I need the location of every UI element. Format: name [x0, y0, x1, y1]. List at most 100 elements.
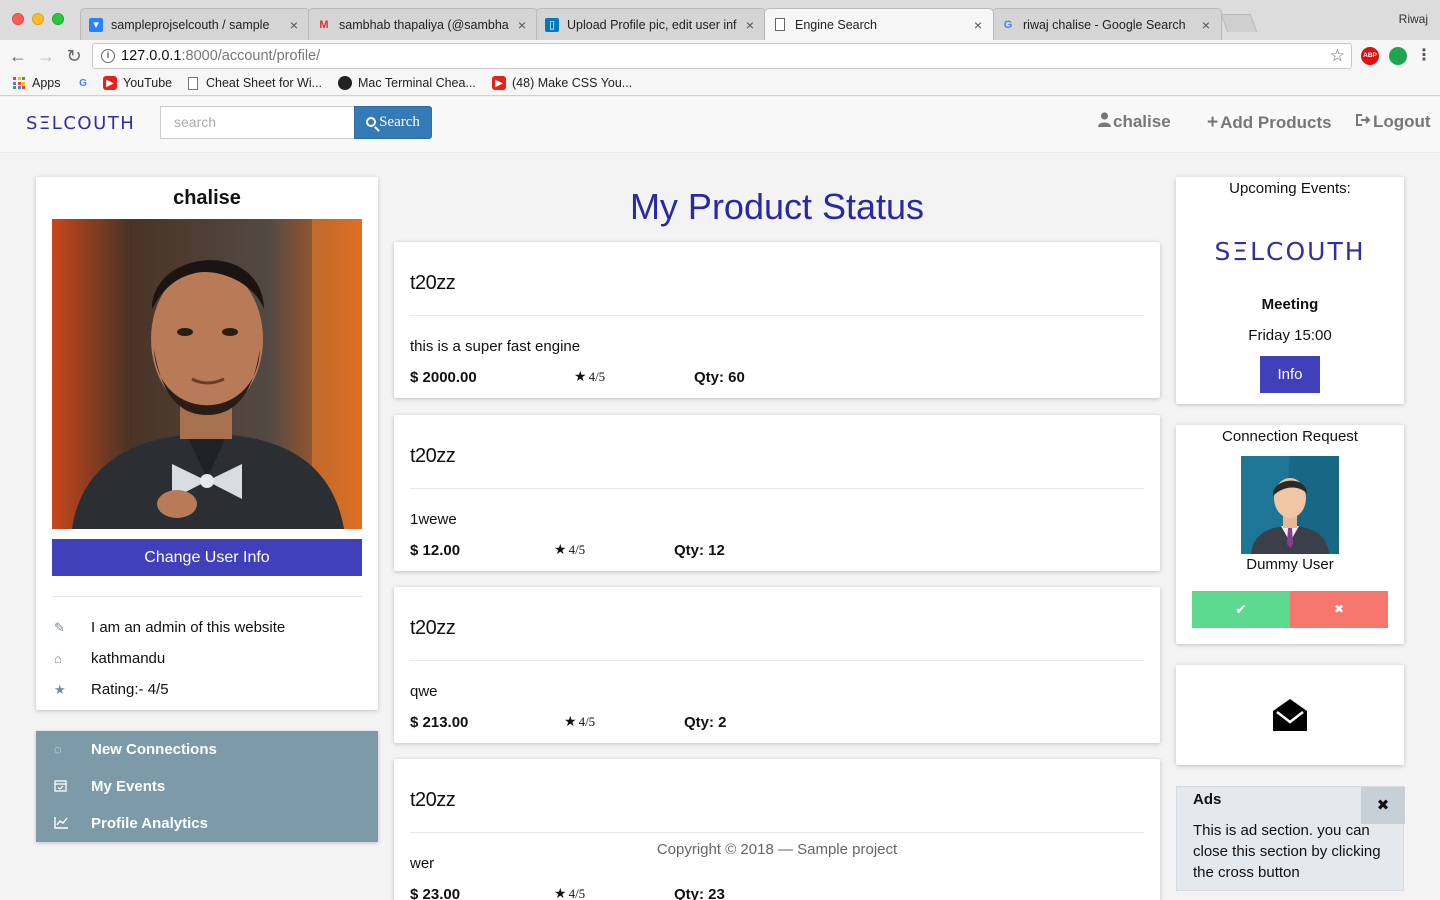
product-card[interactable]: t20zz wer $ 23.00 ★ 4/5 Qty: 23: [394, 759, 1160, 900]
connection-title: Connection Request: [1222, 428, 1358, 445]
ads-title: Ads: [1193, 791, 1222, 808]
side-menu-label: Profile Analytics: [91, 815, 208, 832]
bookmark-label: Mac Terminal Chea...: [358, 76, 476, 90]
events-title: Upcoming Events:: [1229, 180, 1351, 197]
ads-card: Ads ✖ This is ad section. you can close …: [1176, 786, 1405, 891]
nav-logout-link[interactable]: Logout: [1355, 112, 1431, 132]
new-tab-button[interactable]: [1220, 14, 1258, 32]
envelope-open-icon[interactable]: [1272, 697, 1308, 733]
bookmark-mac-terminal[interactable]: Mac Terminal Chea...: [338, 76, 476, 90]
github-icon: [338, 76, 352, 90]
product-rating: ★ 4/5: [554, 886, 585, 900]
product-name[interactable]: t20zz: [410, 445, 456, 468]
profile-bio-row: ✎ I am an admin of this website: [52, 619, 285, 636]
footer-copyright: Copyright © 2018 — Sample project: [656, 841, 898, 858]
close-tab-icon[interactable]: ×: [1199, 17, 1213, 33]
back-arrow-icon[interactable]: ←: [6, 44, 30, 68]
reload-icon[interactable]: ↻: [62, 44, 86, 68]
event-info-button[interactable]: Info: [1260, 356, 1320, 393]
product-card[interactable]: t20zz this is a super fast engine $ 2000…: [394, 242, 1160, 398]
product-card[interactable]: t20zz 1wewe $ 12.00 ★ 4/5 Qty: 12: [394, 415, 1160, 571]
messages-card[interactable]: [1176, 665, 1404, 765]
star-icon: ★: [554, 542, 567, 558]
product-rating: ★ 4/5: [554, 542, 585, 558]
event-logo: SΞLCOUTH: [1214, 237, 1366, 266]
side-menu: ◌ New Connections My Events Profile Anal…: [36, 731, 378, 842]
page-icon: [773, 18, 787, 32]
ads-text: This is ad section. you can close this s…: [1193, 822, 1381, 881]
pencil-icon: ✎: [54, 619, 65, 635]
profile-rating: Rating:- 4/5: [91, 681, 169, 698]
profile-photo: [52, 219, 362, 529]
bookmark-make-css[interactable]: ▶ (48) Make CSS You...: [492, 76, 632, 90]
side-menu-item-profile-analytics[interactable]: Profile Analytics: [52, 815, 208, 832]
maximize-window-button[interactable]: [52, 13, 64, 25]
bookmark-youtube[interactable]: ▶ YouTube: [103, 76, 172, 90]
side-menu-label: My Events: [91, 778, 166, 795]
extension-icon[interactable]: [1389, 47, 1407, 65]
apps-grid-icon: [12, 76, 26, 90]
refresh-icon: ◌: [54, 742, 62, 757]
reject-connection-button[interactable]: ✖: [1290, 591, 1388, 628]
side-menu-item-my-events[interactable]: My Events: [52, 778, 165, 795]
product-rating-value: 4/5: [568, 542, 586, 557]
nav-add-products-link[interactable]: + Add Products: [1207, 112, 1332, 134]
url-host: 127.0.0.1: [121, 48, 182, 64]
browser-menu-icon[interactable]: ⋮: [1416, 47, 1432, 65]
page-icon: [186, 76, 200, 90]
profile-card: chalise Change User Info ✎ I am an admin…: [36, 177, 378, 710]
event-time: Friday 15:00: [1248, 327, 1332, 344]
change-user-info-button[interactable]: Change User Info: [52, 539, 362, 576]
close-tab-icon[interactable]: ×: [971, 17, 985, 33]
product-description: 1wewe: [410, 511, 457, 528]
user-icon: [1098, 112, 1111, 132]
page-title: My Product Status: [629, 186, 925, 227]
product-rating: ★ 4/5: [574, 369, 605, 385]
nav-add-products-label: Add Products: [1220, 113, 1332, 132]
product-name[interactable]: t20zz: [410, 789, 456, 812]
address-bar[interactable]: i 127.0.0.1:8000/account/profile/ ☆: [92, 43, 1352, 69]
forward-arrow-icon[interactable]: →: [34, 44, 58, 68]
bookmark-google[interactable]: G: [76, 76, 96, 90]
tab-label: Engine Search: [795, 17, 878, 32]
browser-tab-active[interactable]: Engine Search ×: [764, 8, 994, 40]
browser-tab-strip: ▾ sampleprojselcouth / sample × M sambha…: [0, 0, 1440, 40]
close-window-button[interactable]: [12, 13, 24, 25]
avatar: [1241, 456, 1339, 554]
product-price: $ 2000.00: [410, 369, 477, 386]
upcoming-events-card: Upcoming Events: SΞLCOUTH Meeting Friday…: [1176, 177, 1404, 404]
close-tab-icon[interactable]: ×: [287, 17, 301, 33]
close-tab-icon[interactable]: ×: [743, 17, 757, 33]
site-info-icon[interactable]: i: [101, 49, 115, 63]
browser-tab[interactable]: ▯ Upload Profile pic, edit user inf ×: [536, 8, 766, 40]
plus-icon: +: [1207, 112, 1219, 133]
star-icon: ★: [554, 886, 567, 900]
product-card[interactable]: t20zz qwe $ 213.00 ★ 4/5 Qty: 2: [394, 587, 1160, 743]
site-navbar: SΞLCOUTH search Search chalise + Add Pro…: [0, 97, 1440, 153]
product-name[interactable]: t20zz: [410, 617, 456, 640]
site-logo[interactable]: SΞLCOUTH: [26, 113, 135, 134]
accept-connection-button[interactable]: ✔: [1192, 591, 1290, 628]
search-input[interactable]: search: [160, 106, 355, 139]
search-button[interactable]: Search: [354, 106, 432, 139]
google-icon: G: [1003, 18, 1013, 31]
browser-tab[interactable]: ▾ sampleprojselcouth / sample ×: [80, 8, 310, 40]
product-name[interactable]: t20zz: [410, 272, 456, 295]
side-menu-item-new-connections[interactable]: ◌ New Connections: [52, 741, 217, 758]
product-divider: [410, 832, 1144, 833]
adblock-extension-icon[interactable]: ABP: [1361, 47, 1379, 65]
browser-profile-name[interactable]: Riwaj: [1399, 12, 1428, 26]
minimize-window-button[interactable]: [32, 13, 44, 25]
close-tab-icon[interactable]: ×: [515, 17, 529, 33]
bookmark-apps[interactable]: Apps: [12, 76, 61, 90]
browser-tab[interactable]: G riwaj chalise - Google Search ×: [992, 8, 1222, 40]
browser-tab[interactable]: M sambhab thapaliya (@sambhab ×: [308, 8, 538, 40]
nav-user-link[interactable]: chalise: [1098, 112, 1171, 132]
bookmark-star-icon[interactable]: ☆: [1330, 46, 1345, 66]
bookmark-cheat-sheet[interactable]: Cheat Sheet for Wi...: [186, 76, 322, 90]
profile-divider: [52, 596, 362, 597]
nav-user-label: chalise: [1113, 112, 1171, 131]
bookmark-label: (48) Make CSS You...: [512, 76, 633, 90]
product-qty: Qty: 60: [694, 369, 745, 386]
ads-close-button[interactable]: ✖: [1361, 787, 1405, 824]
